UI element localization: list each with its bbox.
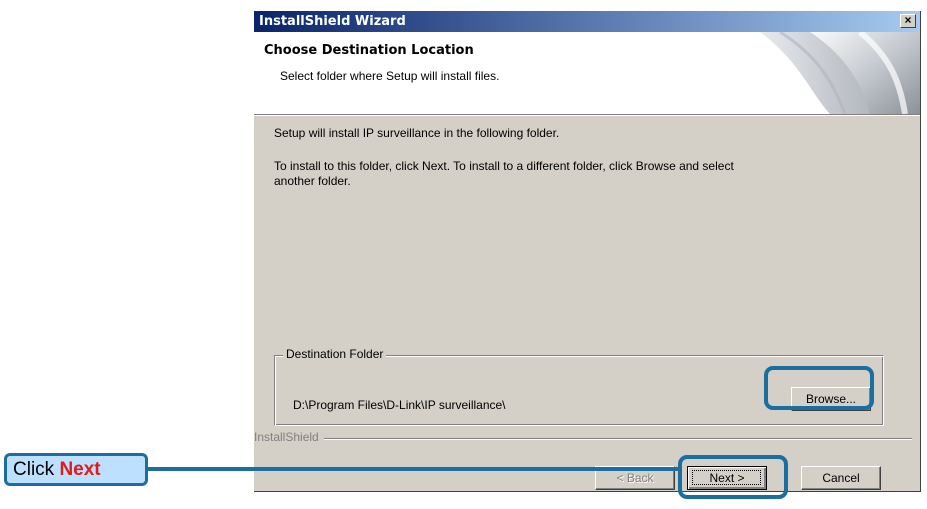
instructions-line-2: another folder. [274, 174, 351, 188]
next-highlight [678, 455, 788, 499]
callout-emphasis: Next [59, 459, 101, 480]
close-icon: × [904, 13, 912, 27]
window-title: InstallShield Wizard [259, 14, 406, 29]
page-title: Choose Destination Location [264, 43, 474, 58]
instructions-line-1: To install to this folder, click Next. T… [274, 159, 734, 173]
dialog-header: Choose Destination Location Select folde… [254, 32, 920, 115]
browse-highlight [764, 366, 874, 410]
footer-separator [254, 438, 912, 440]
installshield-dialog: InstallShield Wizard × Choose Destinatio… [253, 10, 920, 491]
title-bar: InstallShield Wizard × [254, 11, 920, 32]
destination-folder-label: Destination Folder [283, 347, 387, 361]
callout-prefix: Click [13, 459, 55, 480]
page-curl-icon [760, 32, 920, 114]
callout-leader-line [148, 467, 682, 471]
close-button[interactable]: × [900, 14, 916, 28]
installshield-brand: InstallShield [254, 430, 324, 444]
cancel-button[interactable]: Cancel [801, 466, 881, 490]
click-next-callout: Click Next [4, 453, 148, 486]
destination-path: D:\Program Files\D-Link\IP surveillance\ [293, 398, 506, 412]
install-info-text: Setup will install IP surveillance in th… [274, 126, 560, 140]
page-subtitle: Select folder where Setup will install f… [280, 69, 500, 83]
